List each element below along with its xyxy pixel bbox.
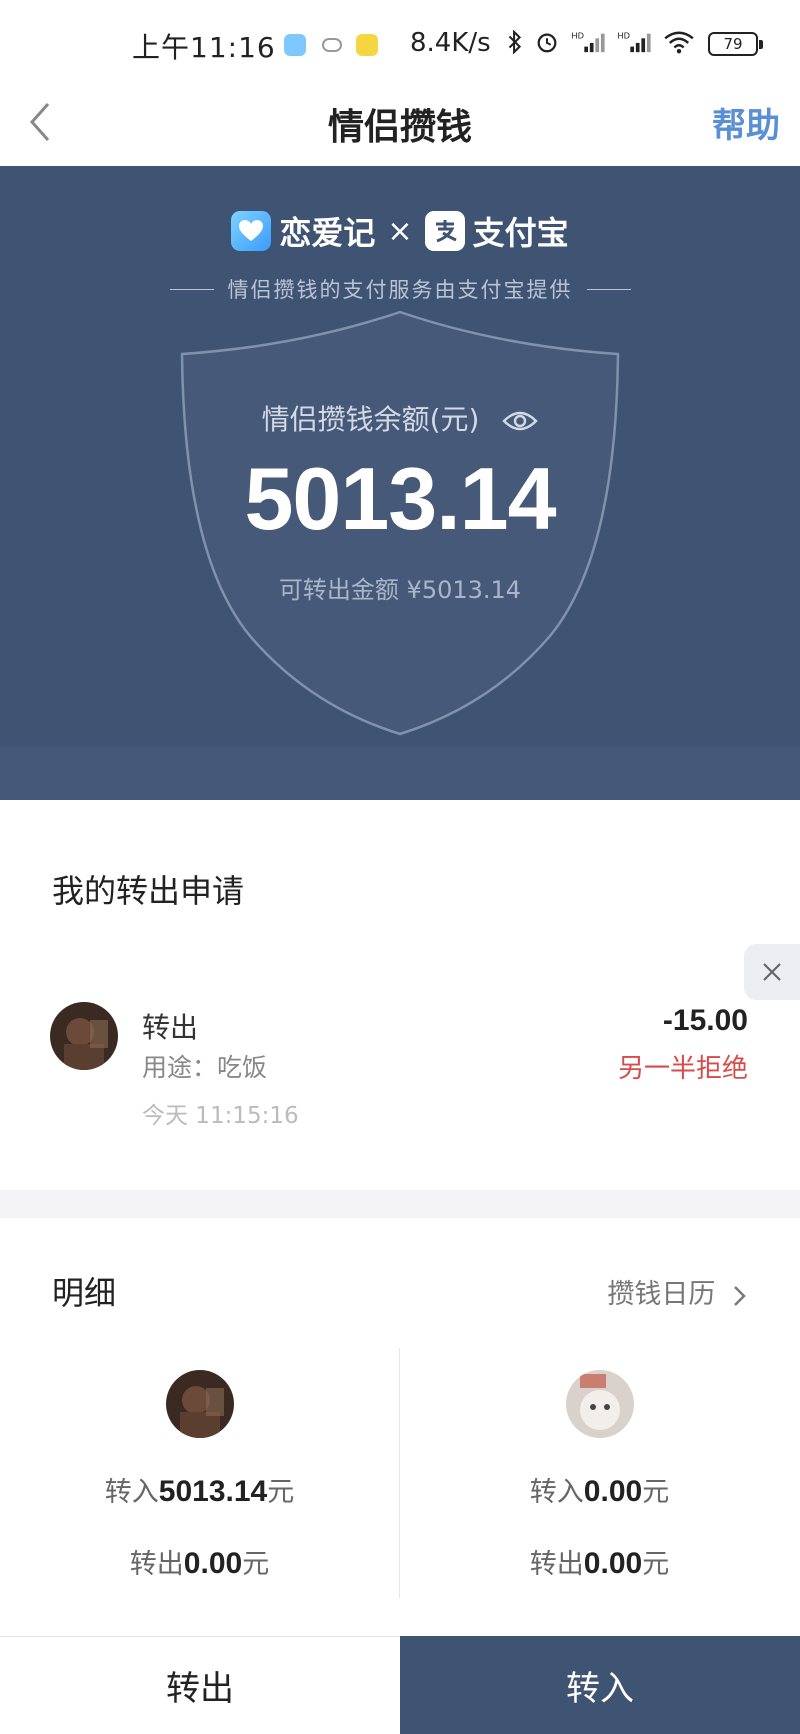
bluetooth-icon xyxy=(508,30,522,54)
cloud-icon xyxy=(322,38,342,52)
avatar xyxy=(50,1002,118,1070)
application-status: 另一半拒绝 xyxy=(617,1054,748,1084)
value: 0.00 xyxy=(583,1475,643,1508)
status-bar: 上午11:16 8.4K/s HD HD 79 xyxy=(0,0,800,80)
svg-text:HD: HD xyxy=(617,30,630,40)
help-button[interactable]: 帮助 xyxy=(712,98,780,147)
unit: 元 xyxy=(267,1477,295,1508)
status-time: 上午11:16 xyxy=(132,31,276,64)
section-title-applications: 我的转出申请 xyxy=(52,872,245,910)
balance-hero: 恋爱记 × 支付宝 情侣攒钱的支付服务由支付宝提供 情侣攒钱余额(元) 5013… xyxy=(0,166,800,800)
transfer-out-button[interactable]: 转出 xyxy=(0,1636,400,1734)
avatar xyxy=(566,1370,634,1438)
application-amount: -15.00 xyxy=(662,1004,748,1037)
page-title: 情侣攒钱 xyxy=(327,107,472,148)
alipay-brand: 支付宝 xyxy=(472,214,569,252)
transferable-amount: 可转出金额 ¥5013.14 xyxy=(278,576,522,604)
my-transfer-out: 转出0.00元 xyxy=(0,1542,399,1581)
nav-bar: 情侣攒钱 帮助 xyxy=(0,80,800,166)
label: 转出 xyxy=(129,1549,184,1580)
value: 0.00 xyxy=(183,1547,243,1580)
service-note-text: 情侣攒钱的支付服务由支付宝提供 xyxy=(227,278,573,302)
service-note: 情侣攒钱的支付服务由支付宝提供 xyxy=(0,274,800,304)
application-purpose: 用途：吃饭 xyxy=(142,1053,268,1082)
love-app-icon xyxy=(284,34,306,56)
brand-separator: × xyxy=(387,213,413,249)
label: 转入 xyxy=(529,1477,584,1508)
transfer-in-button[interactable]: 转入 xyxy=(400,1636,800,1734)
section-title-detail: 明细 xyxy=(52,1274,117,1312)
value: 0.00 xyxy=(583,1547,643,1580)
savings-calendar-label: 攒钱日历 xyxy=(607,1279,716,1310)
battery-icon: 79 xyxy=(708,32,763,56)
label: 转入 xyxy=(104,1477,159,1508)
alipay-logo-icon xyxy=(424,211,465,251)
network-speed: 8.4K/s xyxy=(410,28,491,58)
my-summary: 转入5013.14元 转出0.00元 xyxy=(0,1348,399,1598)
divider xyxy=(169,288,214,290)
love-diary-brand: 恋爱记 xyxy=(279,214,376,252)
signal-icon-2: HD xyxy=(617,30,651,53)
bottom-actions: 转出 转入 xyxy=(0,1636,800,1734)
divider xyxy=(586,288,631,290)
savings-calendar-link[interactable]: 攒钱日历 xyxy=(607,1272,748,1311)
chevron-right-icon xyxy=(734,1285,746,1306)
wifi-icon xyxy=(664,31,694,54)
value: 5013.14 xyxy=(158,1475,268,1508)
application-kind: 转出 xyxy=(142,1011,199,1044)
balance-label-text: 情侣攒钱余额(元) xyxy=(261,403,480,436)
notification-icon xyxy=(356,34,378,56)
partner-summary: 转入0.00元 转出0.00元 xyxy=(400,1348,799,1598)
svg-text:HD: HD xyxy=(571,30,584,40)
alarm-icon xyxy=(537,33,557,53)
signal-icon-1: HD xyxy=(571,30,605,53)
my-transfer-in: 转入5013.14元 xyxy=(0,1470,399,1509)
unit: 元 xyxy=(642,1477,670,1508)
application-time: 今天 11:15:16 xyxy=(142,1103,299,1129)
close-button[interactable] xyxy=(744,944,800,1000)
brand-row: 恋爱记 × 支付宝 xyxy=(0,208,800,254)
eye-icon[interactable] xyxy=(502,410,539,432)
unit: 元 xyxy=(242,1549,270,1580)
balance-label: 情侣攒钱余额(元) xyxy=(0,398,800,438)
balance-amount: 5013.14 xyxy=(244,449,556,548)
close-icon xyxy=(763,963,781,981)
partner-transfer-out: 转出0.00元 xyxy=(400,1542,799,1581)
love-diary-logo-icon xyxy=(231,211,272,251)
label: 转出 xyxy=(529,1549,584,1580)
avatar xyxy=(166,1370,234,1438)
unit: 元 xyxy=(642,1549,670,1580)
partner-transfer-in: 转入0.00元 xyxy=(400,1470,799,1509)
detail-card: 明细 攒钱日历 转入5013.14元 转出0.00元 转入0.00元 转出0.0… xyxy=(0,1218,800,1638)
transfer-applications-card: 我的转出申请 转出 用途：吃饭 今天 11:15:16 -15.00 另一半拒绝 xyxy=(0,800,800,1190)
hero-bottom-strip xyxy=(0,746,800,800)
